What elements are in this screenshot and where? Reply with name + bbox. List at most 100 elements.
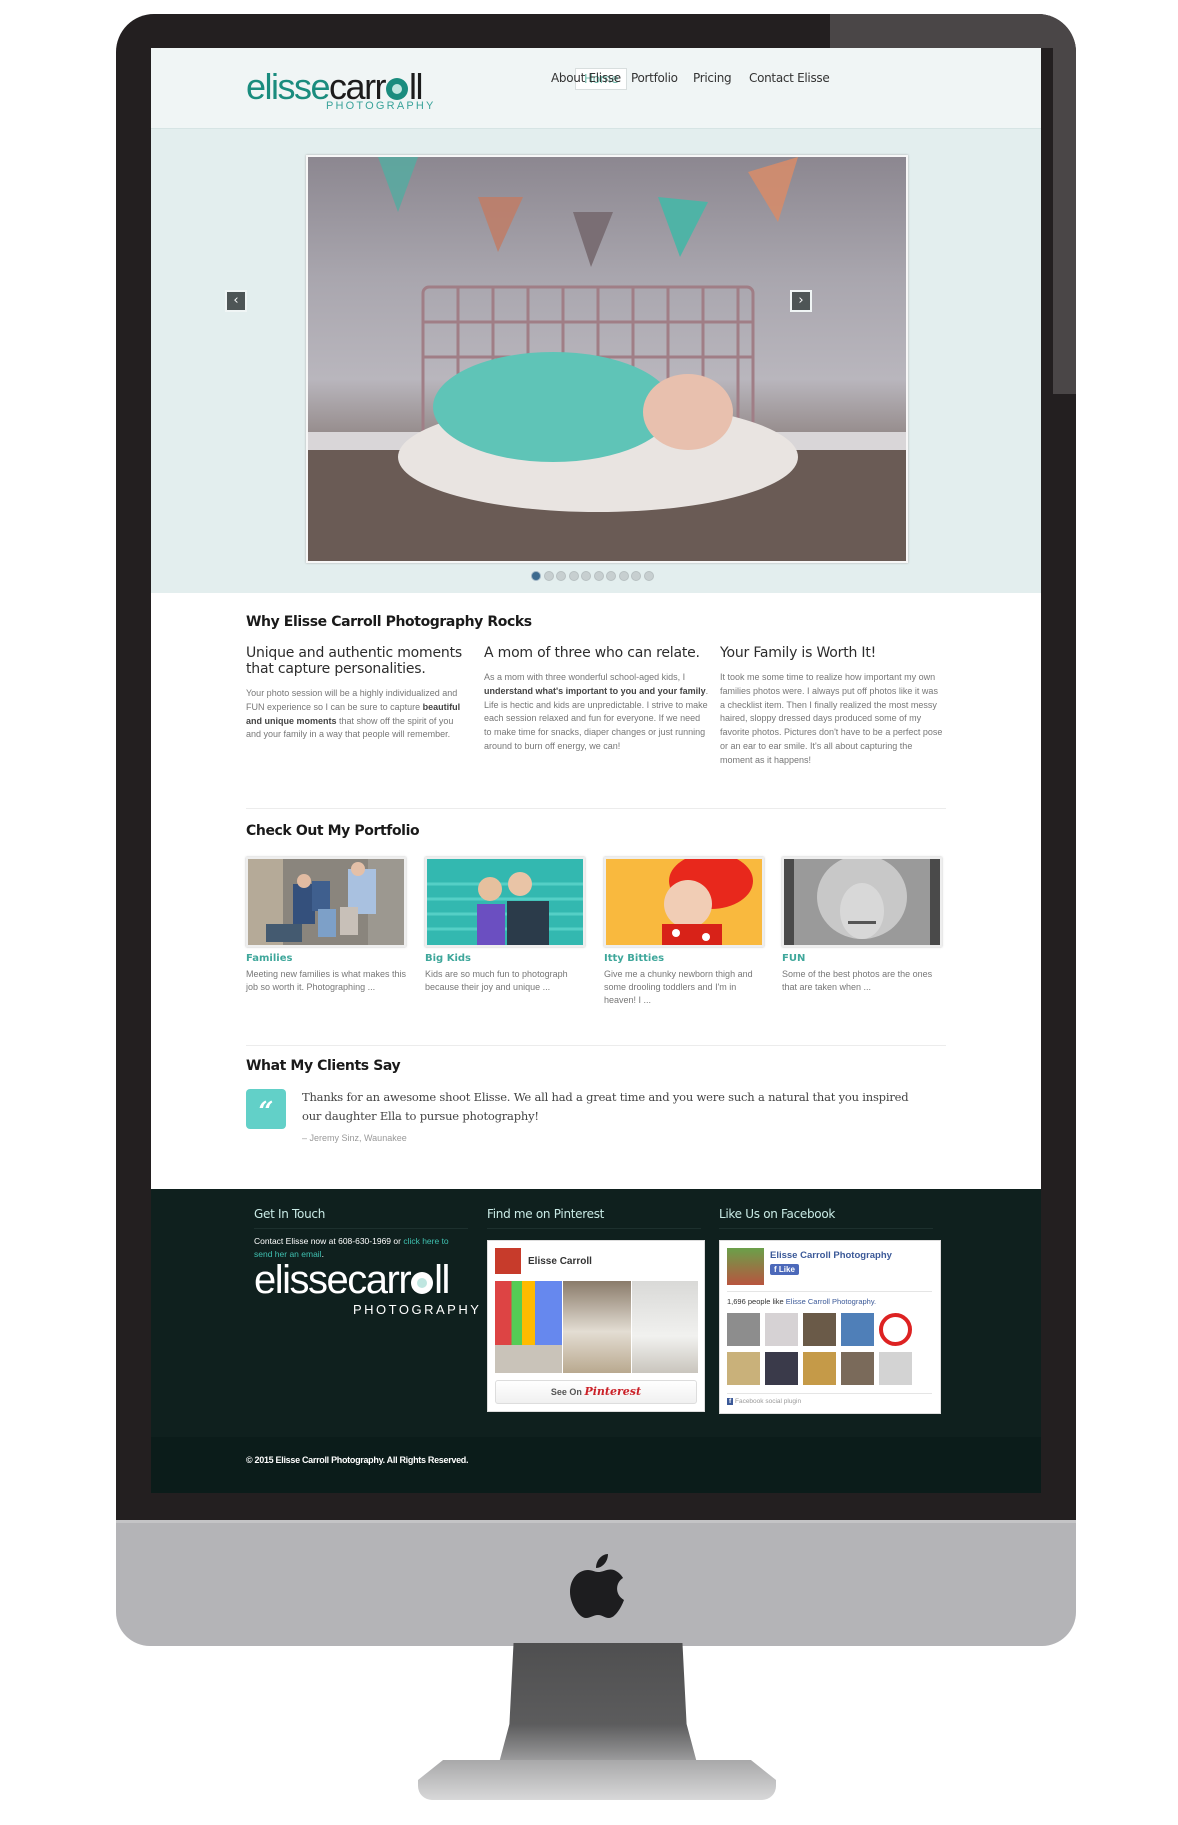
- newborn-photo: [308, 157, 906, 561]
- footer-divider: [254, 1228, 468, 1229]
- section-divider: [246, 808, 946, 809]
- facebook-fan-avatar[interactable]: [727, 1313, 760, 1346]
- nav-contact-elisse[interactable]: Contact Elisse: [749, 71, 830, 85]
- nav-portfolio[interactable]: Portfolio: [631, 71, 678, 85]
- slider-dot[interactable]: [643, 571, 654, 581]
- slider-dot[interactable]: [581, 571, 591, 581]
- facebook-page-avatar: [727, 1248, 764, 1285]
- footer-logo-subtitle: PHOTOGRAPHY: [353, 1302, 482, 1317]
- pinterest-widget: Elisse Carroll See On Pinterest: [487, 1240, 705, 1412]
- testimonial-author: – Jeremy Sinz, Waunakee: [302, 1133, 407, 1143]
- screen-edge: [1041, 48, 1053, 1493]
- why-column-text: Your photo session will be a highly indi…: [246, 688, 461, 740]
- facebook-icon: f: [727, 1398, 734, 1405]
- slider-dot[interactable]: [606, 571, 616, 581]
- slider-dot[interactable]: [531, 571, 541, 581]
- nav-pricing[interactable]: Pricing: [693, 71, 732, 85]
- facebook-page-name[interactable]: Elisse Carroll Photography: [770, 1250, 892, 1261]
- section-divider: [246, 1045, 946, 1046]
- facebook-plugin-footer: f Facebook social plugin: [727, 1398, 802, 1405]
- why-column-text: It took me some time to realize how impo…: [720, 672, 943, 765]
- facebook-fan-avatar[interactable]: [765, 1313, 798, 1346]
- facebook-fan-avatar[interactable]: [803, 1352, 836, 1385]
- slider-dot[interactable]: [556, 571, 566, 581]
- facebook-fan-avatar[interactable]: [841, 1352, 874, 1385]
- slide-image: [306, 155, 908, 563]
- pin-image[interactable]: [632, 1281, 698, 1373]
- pinterest-profile-name[interactable]: Elisse Carroll: [528, 1256, 592, 1267]
- portfolio-item-text: Kids are so much fun to photograph becau…: [425, 969, 568, 992]
- see-on-pinterest-button[interactable]: See On Pinterest: [495, 1380, 697, 1404]
- why-column-3: Your Family is Worth It! It took me some…: [720, 645, 945, 768]
- why-column-1: Unique and authentic moments that captur…: [246, 645, 466, 742]
- facebook-widget: Elisse Carroll Photography f Like 1,696 …: [719, 1240, 941, 1414]
- facebook-fan-avatar[interactable]: [765, 1352, 798, 1385]
- slider-dot[interactable]: [593, 571, 604, 581]
- why-column-title: Unique and authentic moments that captur…: [246, 645, 462, 677]
- why-heading: Why Elisse Carroll Photography Rocks: [246, 614, 532, 630]
- facebook-fan-faces: [727, 1313, 937, 1389]
- footer-heading-pinterest: Find me on Pinterest: [487, 1207, 605, 1221]
- camera-icon: [386, 78, 409, 100]
- portfolio-thumbnail[interactable]: [604, 857, 764, 947]
- footer-divider: [719, 1228, 933, 1229]
- slider-dot[interactable]: [543, 571, 554, 581]
- facebook-like-count: 1,696 people like Elisse Carroll Photogr…: [727, 1297, 877, 1306]
- slider-next-button[interactable]: ›: [790, 290, 812, 312]
- footer-logo: elissecarr ll: [254, 1258, 450, 1302]
- apple-logo-icon: [570, 1554, 624, 1618]
- portfolio-item-big-kids[interactable]: Big Kids Kids are so much fun to photogr…: [425, 857, 590, 994]
- pin-image[interactable]: [563, 1281, 631, 1373]
- portfolio-item-title[interactable]: FUN: [782, 953, 947, 964]
- quote-icon: “: [246, 1089, 286, 1129]
- facebook-fan-avatar[interactable]: [803, 1313, 836, 1346]
- testimonial-quote: Thanks for an awesome shoot Elisse. We a…: [302, 1090, 909, 1123]
- portfolio-item-text: Meeting new families is what makes this …: [246, 969, 407, 992]
- clients-heading: What My Clients Say: [246, 1058, 401, 1074]
- facebook-fan-avatar[interactable]: [879, 1313, 912, 1346]
- slider-dot[interactable]: [631, 571, 641, 581]
- portfolio-item-text: Some of the best photos are the ones tha…: [782, 969, 933, 992]
- pin-image[interactable]: [495, 1345, 562, 1373]
- slider-dot[interactable]: [568, 571, 579, 581]
- portfolio-item-text: Give me a chunky newborn thigh and some …: [604, 969, 753, 1005]
- pinterest-avatar: [495, 1248, 521, 1274]
- why-column-2: A mom of three who can relate. As a mom …: [484, 645, 709, 754]
- facebook-like-button[interactable]: f Like: [770, 1264, 799, 1275]
- portfolio-item-itty-bitties[interactable]: Itty Bitties Give me a chunky newborn th…: [604, 857, 769, 1007]
- logo-text-elisse: elisse: [246, 66, 331, 107]
- logo-subtitle: PHOTOGRAPHY: [326, 100, 436, 112]
- why-column-text: As a mom with three wonderful school-age…: [484, 672, 709, 751]
- slider-dot[interactable]: [618, 571, 629, 581]
- portfolio-item-families[interactable]: Families Meeting new families is what ma…: [246, 857, 411, 994]
- footer-heading-get-in-touch: Get In Touch: [254, 1207, 326, 1221]
- monitor-stand: [495, 1643, 701, 1778]
- footer-heading-facebook: Like Us on Facebook: [719, 1207, 836, 1221]
- divider: [727, 1291, 932, 1292]
- divider: [727, 1393, 932, 1394]
- facebook-fan-avatar[interactable]: [727, 1352, 760, 1385]
- portfolio-item-title[interactable]: Families: [246, 953, 411, 964]
- portfolio-item-title[interactable]: Itty Bitties: [604, 953, 769, 964]
- facebook-fan-avatar[interactable]: [841, 1313, 874, 1346]
- portfolio-item-fun[interactable]: FUN Some of the best photos are the ones…: [782, 857, 947, 994]
- chevron-right-icon: ›: [798, 293, 804, 308]
- pinterest-logo: Pinterest: [584, 1385, 642, 1398]
- website-screen: elissecarr ll PHOTOGRAPHY Home About Elis…: [151, 48, 1041, 1493]
- chevron-left-icon: ‹: [233, 293, 239, 308]
- copyright-text: © 2015 Elisse Carroll Photography. All R…: [246, 1455, 469, 1465]
- facebook-fan-avatar[interactable]: [879, 1352, 912, 1385]
- monitor-stand-foot: [418, 1760, 776, 1800]
- portfolio-thumbnail[interactable]: [782, 857, 942, 947]
- why-column-title: A mom of three who can relate.: [484, 645, 700, 661]
- portfolio-thumbnail[interactable]: [246, 857, 406, 947]
- slider-prev-button[interactable]: ‹: [225, 290, 247, 312]
- portfolio-thumbnail[interactable]: [425, 857, 585, 947]
- why-column-title: Your Family is Worth It!: [720, 645, 877, 661]
- camera-icon: [411, 1272, 434, 1294]
- footer-divider: [487, 1228, 701, 1229]
- copyright-bar: [151, 1437, 1041, 1493]
- portfolio-item-title[interactable]: Big Kids: [425, 953, 590, 964]
- nav-about-elisse[interactable]: About Elisse: [551, 71, 621, 85]
- portfolio-heading: Check Out My Portfolio: [246, 823, 420, 839]
